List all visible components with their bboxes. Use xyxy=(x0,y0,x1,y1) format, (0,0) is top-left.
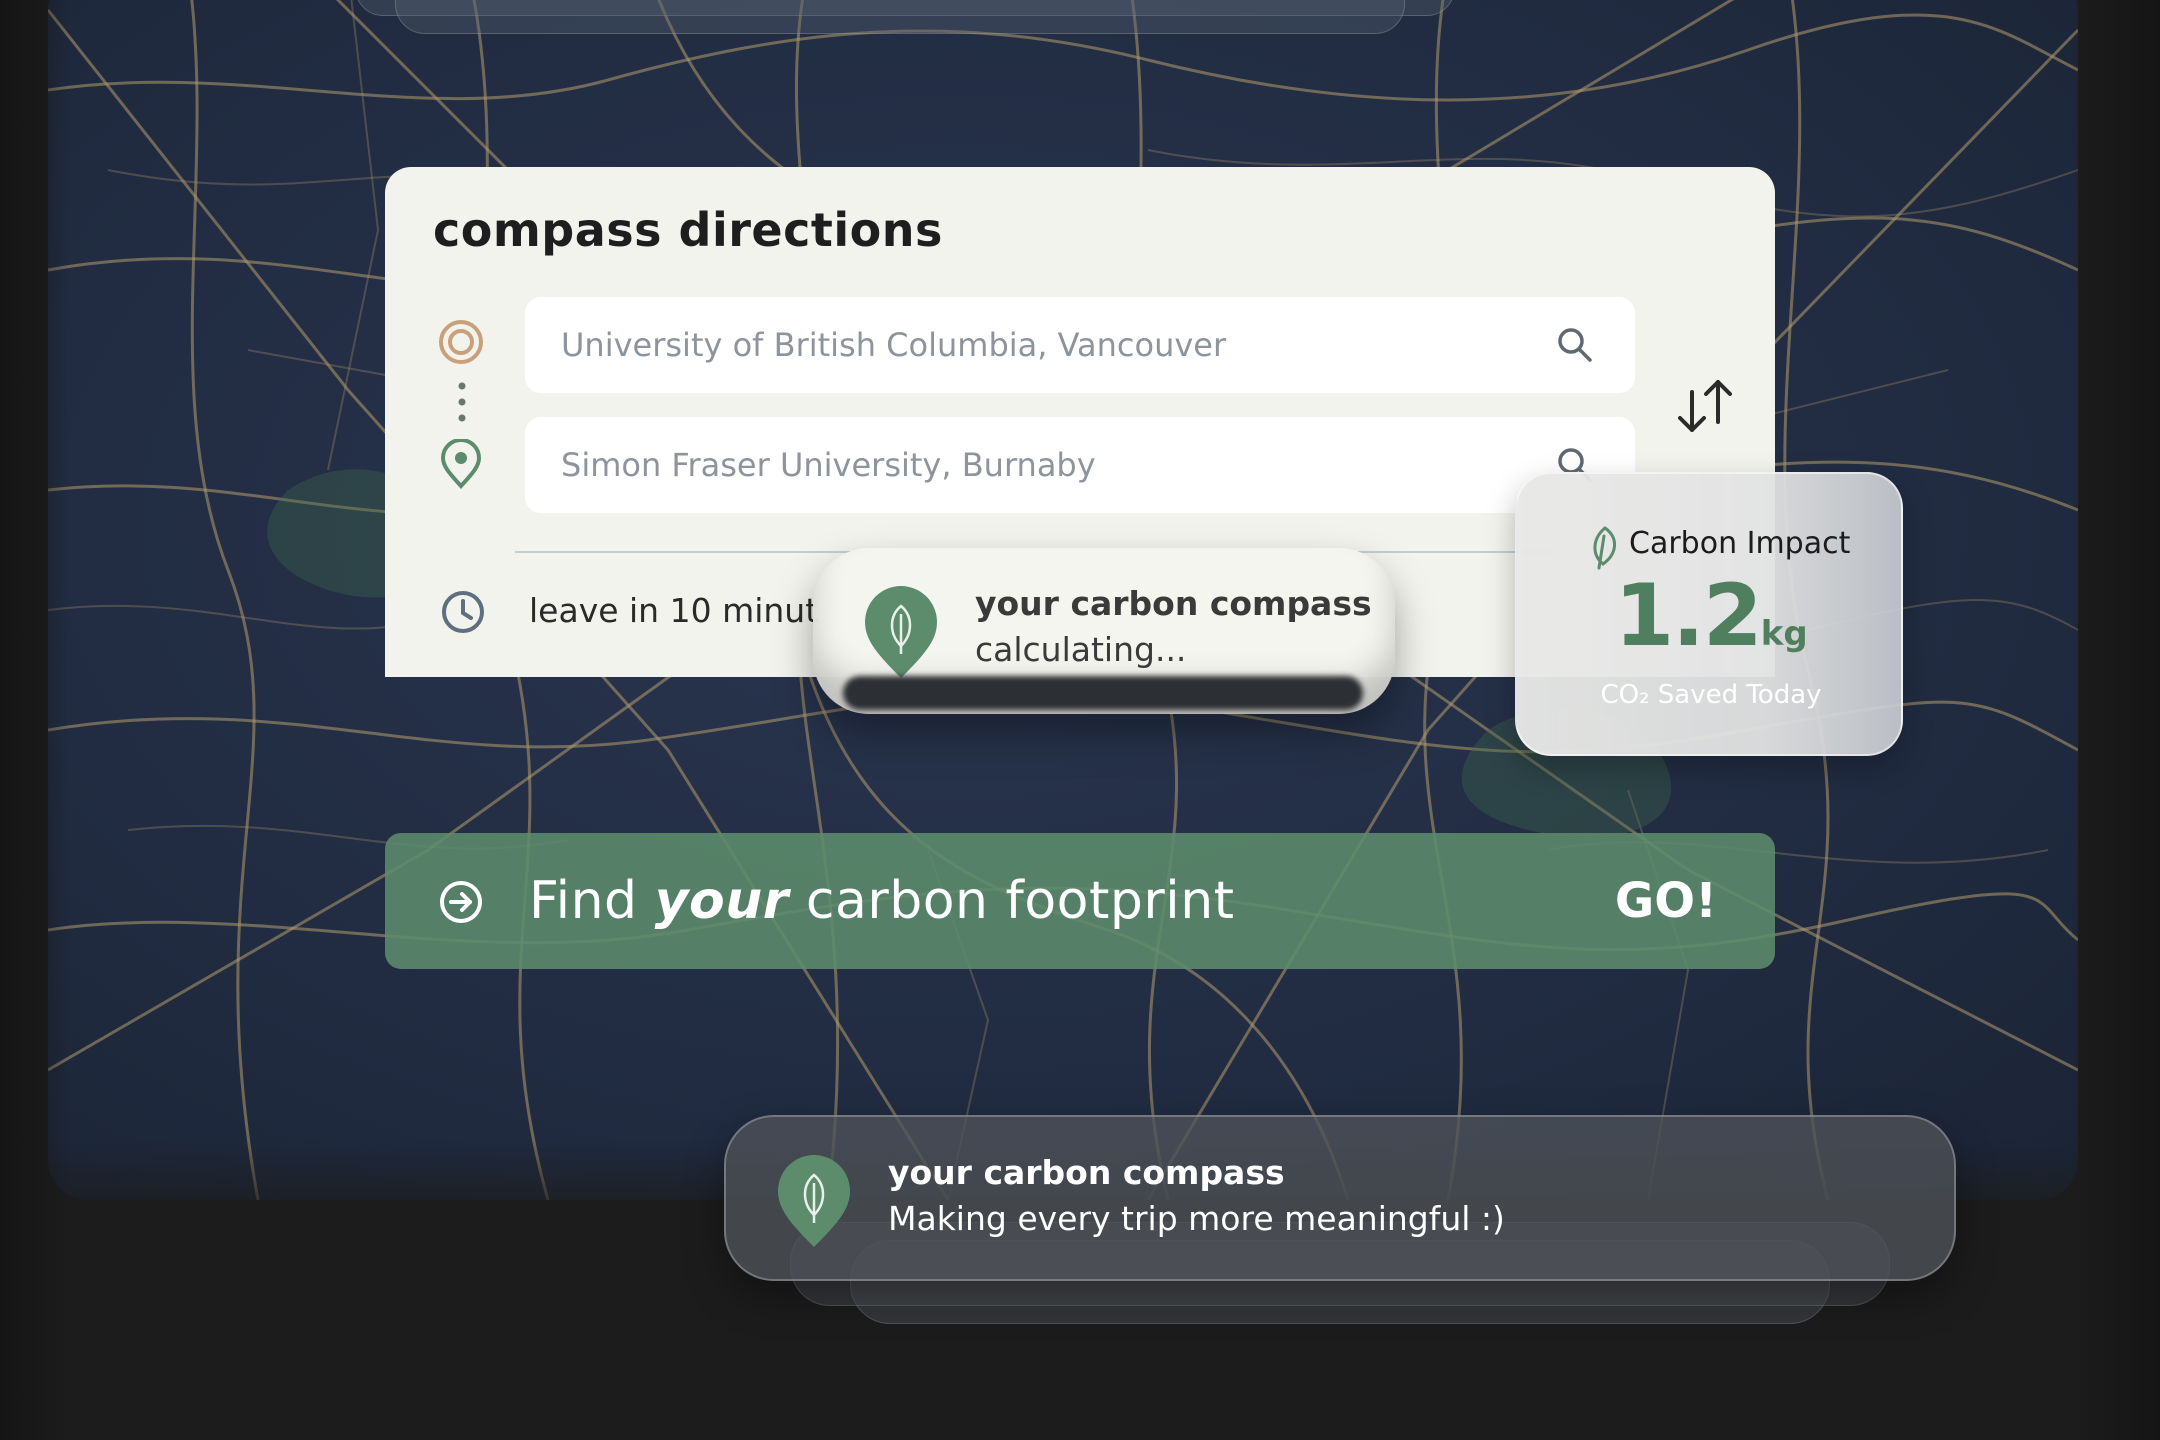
toast-status: calculating... xyxy=(975,630,1187,669)
arrow-circle-icon xyxy=(438,879,484,929)
origin-target-icon xyxy=(438,319,484,369)
impact-caption: CO₂ Saved Today xyxy=(1600,680,1822,710)
label-emphasis: your xyxy=(654,871,789,931)
impact-unit: kg xyxy=(1760,614,1808,654)
impact-title: Carbon Impact xyxy=(1629,526,1851,561)
find-footprint-button[interactable]: Find your carbon footprint GO! xyxy=(385,833,1775,969)
label-pre: Find xyxy=(529,871,655,931)
panel-title: compass directions xyxy=(433,203,943,257)
search-icon[interactable] xyxy=(1555,325,1595,369)
ghost-card-top-2 xyxy=(395,0,1405,34)
leaf-pin-icon xyxy=(776,1153,852,1253)
route-dots xyxy=(458,382,466,430)
clock-icon xyxy=(440,589,486,639)
label-post: carbon footprint xyxy=(788,871,1235,931)
toast-title: your carbon compass xyxy=(975,584,1372,623)
notification-message: Making every trip more meaningful :) xyxy=(888,1199,1505,1238)
origin-input[interactable] xyxy=(561,297,1521,393)
origin-field[interactable] xyxy=(525,297,1635,393)
app-stage: compass directions University of British… xyxy=(0,0,2160,1440)
impact-number: 1.2 xyxy=(1614,566,1762,666)
notification-banner[interactable]: your carbon compass Making every trip mo… xyxy=(724,1115,1956,1281)
calculating-toast: your carbon compass calculating... xyxy=(813,548,1395,714)
destination-field[interactable] xyxy=(525,417,1635,513)
swap-icon[interactable] xyxy=(1670,372,1740,446)
impact-value: 1.2kg xyxy=(1517,566,1905,666)
toast-shadow xyxy=(843,676,1363,710)
go-cta[interactable]: GO! xyxy=(1615,873,1717,929)
go-bar-label: Find your carbon footprint xyxy=(529,871,1235,931)
destination-pin-icon xyxy=(439,438,483,493)
notification-title: your carbon compass xyxy=(888,1153,1285,1192)
departure-time[interactable]: leave in 10 minut xyxy=(529,591,818,630)
carbon-impact-card: Carbon Impact 1.2kg CO₂ Saved Today xyxy=(1515,472,1903,756)
destination-input[interactable] xyxy=(561,417,1521,513)
leaf-pin-icon xyxy=(863,584,939,684)
